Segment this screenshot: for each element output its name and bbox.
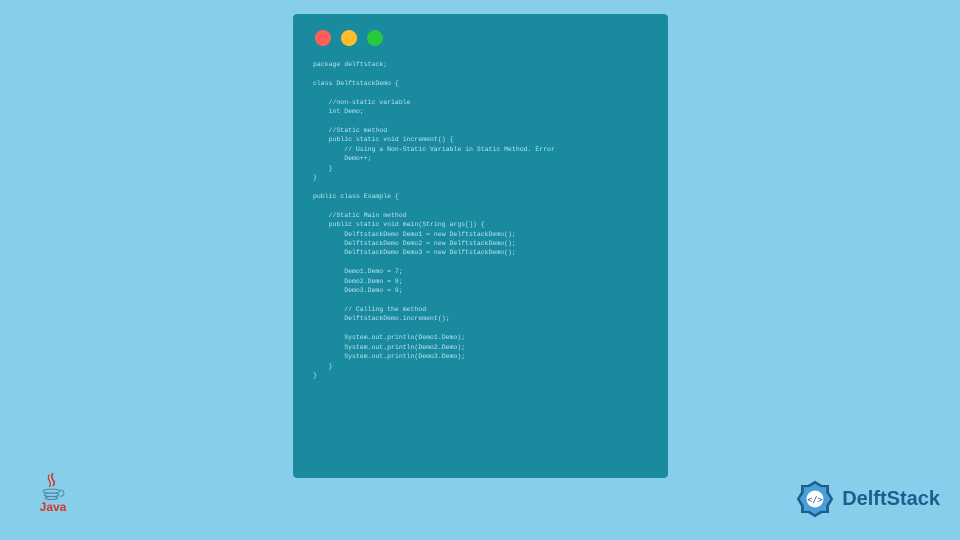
maximize-icon[interactable]	[367, 30, 383, 46]
java-label: Java	[40, 500, 67, 514]
window-controls	[315, 30, 648, 46]
delftstack-badge-icon: </>	[794, 478, 836, 520]
delftstack-logo: </> DelftStack	[794, 478, 940, 520]
code-window: package delftstack; class DelftstackDemo…	[293, 14, 668, 478]
svg-text:</>: </>	[808, 495, 823, 505]
delftstack-label: DelftStack	[842, 488, 940, 511]
java-logo: Java	[28, 470, 78, 530]
code-block: package delftstack; class DelftstackDemo…	[313, 60, 648, 380]
close-icon[interactable]	[315, 30, 331, 46]
java-cup-icon	[40, 470, 66, 502]
minimize-icon[interactable]	[341, 30, 357, 46]
